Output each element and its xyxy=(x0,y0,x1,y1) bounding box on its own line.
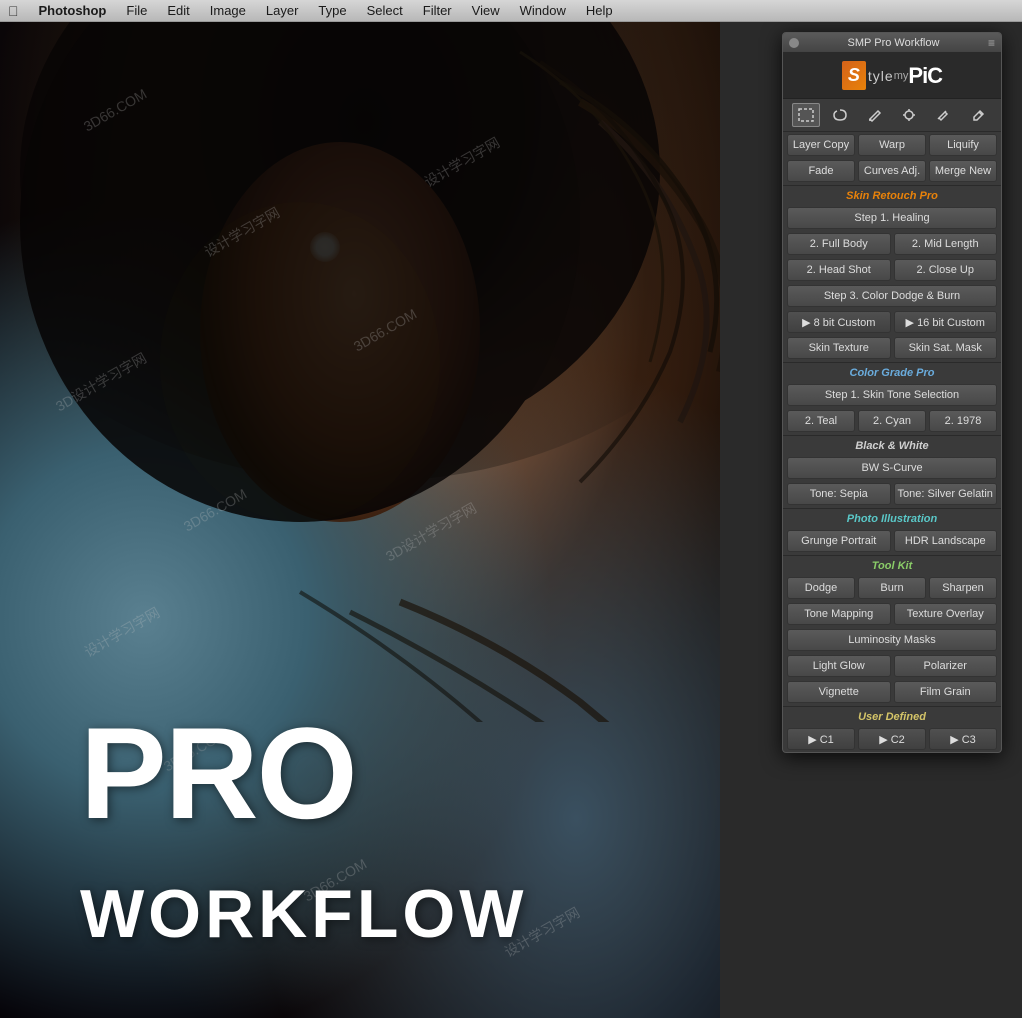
skin-texture-button[interactable]: Skin Texture xyxy=(787,337,891,359)
mid-length-button[interactable]: 2. Mid Length xyxy=(894,233,998,255)
photo-illustration-header: Photo Illustration xyxy=(783,510,1001,528)
1978-button[interactable]: 2. 1978 xyxy=(929,410,997,432)
bw-scurve-button[interactable]: BW S-Curve xyxy=(787,457,997,479)
light-glow-button[interactable]: Light Glow xyxy=(787,655,891,677)
panel-title: SMP Pro Workflow xyxy=(848,37,940,49)
texture-overlay-button[interactable]: Texture Overlay xyxy=(894,603,998,625)
divider-6 xyxy=(783,706,1001,707)
lasso-icon[interactable] xyxy=(826,103,854,127)
step1-skin-tone-button[interactable]: Step 1. Skin Tone Selection xyxy=(787,384,997,406)
c1-button[interactable]: ▶ C1 xyxy=(787,728,855,750)
apple-menu[interactable]:  xyxy=(8,3,19,19)
logo-tyle: tyle xyxy=(868,68,894,84)
photo-background: 3D66.COM 设计学习字网 3D设计学习字网 3D66.COM 设计学习字网… xyxy=(0,22,720,1018)
workflow-text: WORKFLOW xyxy=(80,880,527,948)
luminosity-masks-button[interactable]: Luminosity Masks xyxy=(787,629,997,651)
logo-s: S xyxy=(848,65,860,85)
cyan-button[interactable]: 2. Cyan xyxy=(858,410,926,432)
liquify-button[interactable]: Liquify xyxy=(929,134,997,156)
full-body-button[interactable]: 2. Full Body xyxy=(787,233,891,255)
16bit-custom-button[interactable]: ▶ 16 bit Custom xyxy=(894,311,998,333)
toolkit-header: Tool Kit xyxy=(783,557,1001,575)
fade-button[interactable]: Fade xyxy=(787,160,855,182)
row-tone-sepia-gelatin: Tone: Sepia Tone: Silver Gelatin xyxy=(783,481,1001,507)
row-skin-texture: Skin Texture Skin Sat. Mask xyxy=(783,335,1001,361)
row-grunge-hdr: Grunge Portrait HDR Landscape xyxy=(783,528,1001,554)
row-bit-custom: ▶ 8 bit Custom ▶ 16 bit Custom xyxy=(783,309,1001,335)
row-layer-copy-warp: Layer Copy Warp Liquify xyxy=(783,132,1001,158)
color-grade-header: Color Grade Pro xyxy=(783,364,1001,382)
teal-button[interactable]: 2. Teal xyxy=(787,410,855,432)
panel-titlebar: SMP Pro Workflow ≡ xyxy=(783,33,1001,53)
close-up-button[interactable]: 2. Close Up xyxy=(894,259,998,281)
menu-window[interactable]: Window xyxy=(512,0,574,22)
row-c1-c2-c3: ▶ C1 ▶ C2 ▶ C3 xyxy=(783,726,1001,752)
bw-header: Black & White xyxy=(783,437,1001,455)
row-full-body-mid: 2. Full Body 2. Mid Length xyxy=(783,231,1001,257)
pencil-icon[interactable] xyxy=(929,103,957,127)
divider-1 xyxy=(783,185,1001,186)
tone-mapping-button[interactable]: Tone Mapping xyxy=(787,603,891,625)
step1-healing-button[interactable]: Step 1. Healing xyxy=(787,207,997,229)
smp-panel: SMP Pro Workflow ≡ S tyle my PiC xyxy=(782,32,1002,753)
step3-dodge-burn-button[interactable]: Step 3. Color Dodge & Burn xyxy=(787,285,997,307)
film-grain-button[interactable]: Film Grain xyxy=(894,681,998,703)
clone-icon[interactable] xyxy=(895,103,923,127)
menu-layer[interactable]: Layer xyxy=(258,0,307,22)
skin-retouch-header: Skin Retouch Pro xyxy=(783,187,1001,205)
brush-icon[interactable] xyxy=(861,103,889,127)
menu-image[interactable]: Image xyxy=(202,0,254,22)
user-defined-header: User Defined xyxy=(783,708,1001,726)
panel-menu-button[interactable]: ≡ xyxy=(988,36,995,50)
row-light-glow-polarizer: Light Glow Polarizer xyxy=(783,653,1001,679)
divider-5 xyxy=(783,555,1001,556)
divider-2 xyxy=(783,362,1001,363)
c2-button[interactable]: ▶ C2 xyxy=(858,728,926,750)
divider-4 xyxy=(783,508,1001,509)
merge-new-button[interactable]: Merge New xyxy=(929,160,997,182)
tone-sepia-button[interactable]: Tone: Sepia xyxy=(787,483,891,505)
canvas-area: 3D66.COM 设计学习字网 3D设计学习字网 3D66.COM 设计学习字网… xyxy=(0,22,1022,1018)
panel-close-button[interactable] xyxy=(789,38,799,48)
skin-sat-mask-button[interactable]: Skin Sat. Mask xyxy=(894,337,998,359)
icon-toolbar xyxy=(783,99,1001,132)
sharpen-button[interactable]: Sharpen xyxy=(929,577,997,599)
eyedropper-icon[interactable] xyxy=(964,103,992,127)
row-vignette-film-grain: Vignette Film Grain xyxy=(783,679,1001,705)
vignette-button[interactable]: Vignette xyxy=(787,681,891,703)
row-fade-curves: Fade Curves Adj. Merge New xyxy=(783,158,1001,184)
c3-button[interactable]: ▶ C3 xyxy=(929,728,997,750)
burn-button[interactable]: Burn xyxy=(858,577,926,599)
polarizer-button[interactable]: Polarizer xyxy=(894,655,998,677)
tone-silver-gelatin-button[interactable]: Tone: Silver Gelatin xyxy=(894,483,998,505)
8bit-custom-button[interactable]: ▶ 8 bit Custom xyxy=(787,311,891,333)
menu-file[interactable]: File xyxy=(118,0,155,22)
hdr-landscape-button[interactable]: HDR Landscape xyxy=(894,530,998,552)
curves-adj-button[interactable]: Curves Adj. xyxy=(858,160,926,182)
panel-logo: S tyle my PiC xyxy=(783,53,1001,99)
row-dodge-burn-sharpen: Dodge Burn Sharpen xyxy=(783,575,1001,601)
row-tone-mapping-texture: Tone Mapping Texture Overlay xyxy=(783,601,1001,627)
divider-3 xyxy=(783,435,1001,436)
menu-edit[interactable]: Edit xyxy=(159,0,197,22)
row-teal-cyan-1978: 2. Teal 2. Cyan 2. 1978 xyxy=(783,408,1001,434)
dodge-button[interactable]: Dodge xyxy=(787,577,855,599)
logo-my: my xyxy=(894,70,909,82)
grunge-portrait-button[interactable]: Grunge Portrait xyxy=(787,530,891,552)
selection-icon[interactable] xyxy=(792,103,820,127)
layer-copy-button[interactable]: Layer Copy xyxy=(787,134,855,156)
menu-filter[interactable]: Filter xyxy=(415,0,460,22)
menu-view[interactable]: View xyxy=(464,0,508,22)
warp-button[interactable]: Warp xyxy=(858,134,926,156)
menu-type[interactable]: Type xyxy=(310,0,354,22)
head-shot-button[interactable]: 2. Head Shot xyxy=(787,259,891,281)
menu-select[interactable]: Select xyxy=(359,0,411,22)
logo-box: S xyxy=(842,61,866,90)
logo-pic: PiC xyxy=(908,63,942,89)
pro-text: PRO xyxy=(80,708,356,838)
menubar:  Photoshop File Edit Image Layer Type S… xyxy=(0,0,1022,22)
menu-help[interactable]: Help xyxy=(578,0,621,22)
row-head-shot-close-up: 2. Head Shot 2. Close Up xyxy=(783,257,1001,283)
menu-photoshop[interactable]: Photoshop xyxy=(31,0,115,22)
